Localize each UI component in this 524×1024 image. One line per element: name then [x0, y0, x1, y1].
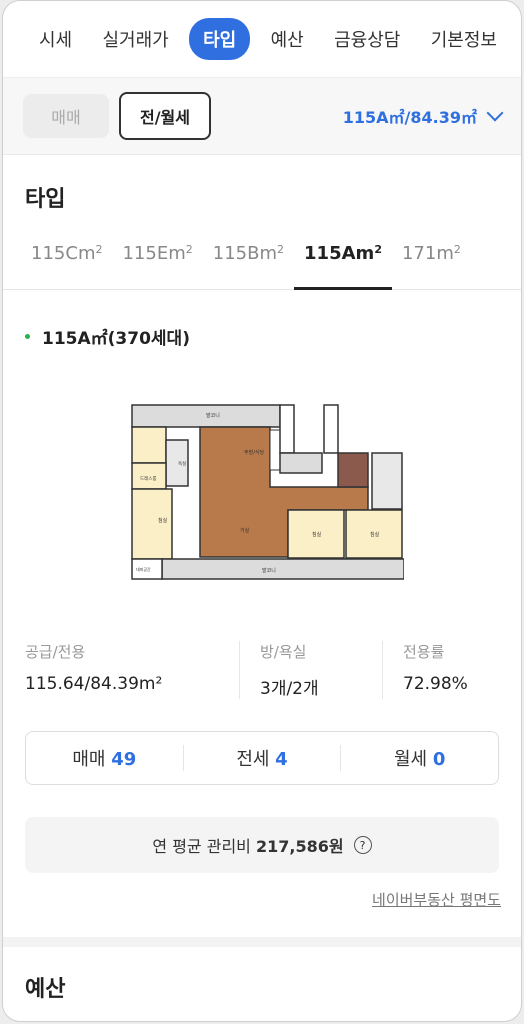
question-circle-icon[interactable]: ?	[353, 836, 372, 854]
plan-label: 주방/식당	[244, 449, 264, 456]
plan-label: 발코니	[262, 567, 276, 574]
type-heading: 115A㎡ (370세대)	[3, 324, 521, 349]
bullet-dot-icon	[25, 334, 30, 339]
deal-type-bar: 매매 전/월세 115A㎡/84.39㎡	[3, 78, 521, 155]
type-tab-exp: 2	[374, 243, 382, 256]
naver-floorplan-link[interactable]: 네이버부동산 평면도	[372, 889, 501, 910]
stat-supply-exclusive: 공급/전용 115.64/84.39m²	[25, 641, 239, 699]
management-fee-box: 연 평균 관리비 217,586원 ?	[25, 817, 499, 873]
stat-value: 3개/2개	[260, 679, 319, 699]
stat-label: 전용률	[403, 643, 445, 661]
deal-count-bar: 매매 49 전세 4 월세 0	[25, 731, 499, 785]
stats-row: 공급/전용 115.64/84.39m² 방/욕실 3개/2개 전용률 72.9…	[25, 641, 503, 699]
stat-value: 115.64/84.39m²	[25, 674, 163, 694]
floor-plan-image: 발코니 주방/식당 거실 침실 드레스룸 욕실 침실 침실 발코니 대피공간	[128, 402, 404, 582]
app-frame: 시세 실거래가 타입 예산 금융상담 기본정보 매매 전/월세 115A㎡/84…	[2, 0, 522, 1022]
tab-budget[interactable]: 예산	[261, 20, 314, 58]
deal-count-label: 월세	[393, 749, 428, 770]
type-tab-115b[interactable]: 115B m 2	[203, 243, 294, 287]
plan-label: 욕실	[178, 460, 186, 467]
section-divider	[3, 937, 521, 947]
tab-type[interactable]: 타입	[189, 18, 251, 60]
management-fee-prefix: 연 평균 관리비	[152, 837, 251, 856]
plan-label: 드레스룸	[140, 475, 157, 482]
deal-count-number: 49	[111, 749, 137, 770]
plan-label: 침실	[158, 517, 168, 524]
sale-button[interactable]: 매매	[23, 94, 109, 138]
type-tab-area: 171	[401, 243, 437, 264]
chevron-down-icon	[486, 104, 504, 122]
type-tab-115a[interactable]: 115A m 2	[294, 243, 392, 290]
type-tab-exp: 2	[277, 243, 285, 256]
type-tab-unit: m	[436, 243, 454, 264]
area-selector-label: 115A㎡/84.39㎡	[342, 108, 477, 127]
type-section-title: 타입	[25, 187, 66, 212]
rent-button[interactable]: 전/월세	[119, 92, 211, 140]
type-heading-name: 115A㎡	[42, 329, 108, 349]
type-tab-area: 115E	[122, 243, 169, 264]
type-heading-households: (370세대)	[107, 329, 190, 349]
type-tab-exp: 2	[453, 243, 461, 256]
tab-price[interactable]: 시세	[29, 20, 82, 58]
tab-basic-info[interactable]: 기본정보	[421, 20, 507, 58]
type-tab-115e[interactable]: 115E m 2	[112, 243, 202, 287]
plan-label: 대피공간	[136, 566, 151, 572]
plan-label: 발코니	[206, 412, 220, 419]
type-tab-area: 115A	[304, 243, 356, 264]
budget-section-title: 예산	[25, 977, 66, 1002]
deal-count-sale[interactable]: 매매 49	[26, 745, 183, 771]
stat-label: 방/욕실	[260, 643, 307, 661]
type-tabs: 115C m 2 115E m 2 115B m 2 115A m 2 171 m 2	[3, 243, 521, 290]
area-selector[interactable]: 115A㎡/84.39㎡	[342, 104, 504, 128]
plan-label: 침실	[312, 531, 322, 538]
plan-label: 침실	[370, 531, 380, 538]
type-tab-unit: m	[259, 243, 278, 264]
top-nav: 시세 실거래가 타입 예산 금융상담 기본정보	[3, 1, 521, 78]
stat-label: 공급/전용	[25, 643, 86, 661]
tab-real-transactions[interactable]: 실거래가	[93, 20, 179, 58]
plan-label: 거실	[240, 527, 250, 534]
deal-count-jeonse[interactable]: 전세 4	[182, 745, 341, 771]
type-tab-unit: m	[355, 243, 375, 264]
management-fee-amount: 217,586원	[255, 837, 344, 856]
deal-count-monthly[interactable]: 월세 0	[340, 745, 498, 771]
type-tab-unit: m	[77, 243, 96, 264]
type-tab-area: 115B	[212, 243, 260, 264]
type-tab-171[interactable]: 171 m 2	[392, 243, 471, 287]
stat-exclusive-rate: 전용률 72.98%	[382, 641, 503, 699]
tab-finance-consult[interactable]: 금융상담	[324, 20, 410, 58]
type-tab-area: 115C	[31, 243, 78, 264]
type-tab-115c[interactable]: 115C m 2	[21, 243, 112, 287]
deal-count-number: 4	[275, 749, 288, 770]
type-tab-unit: m	[168, 243, 186, 264]
deal-count-label: 매매	[72, 749, 106, 770]
type-tab-exp: 2	[95, 243, 103, 256]
stat-value: 72.98%	[403, 674, 468, 694]
type-tab-exp: 2	[185, 243, 193, 256]
stat-rooms-baths: 방/욕실 3개/2개	[239, 641, 382, 699]
deal-count-number: 0	[432, 749, 446, 770]
deal-count-label: 전세	[236, 749, 270, 770]
